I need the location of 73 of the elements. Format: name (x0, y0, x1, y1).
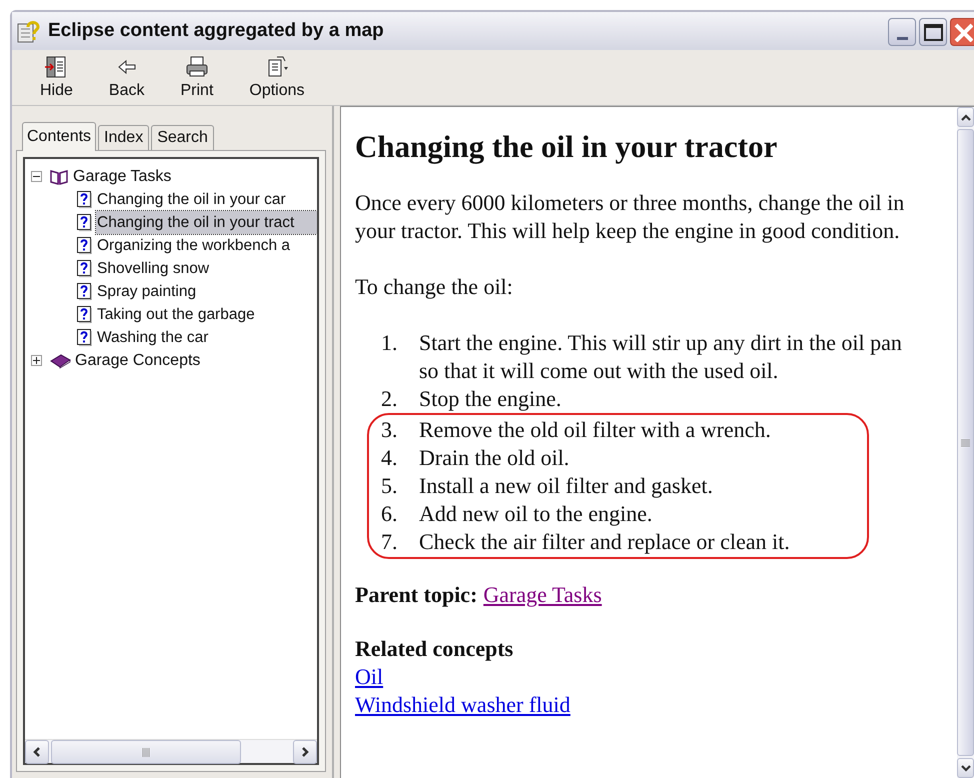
help-topic-icon (77, 329, 92, 346)
step-text: Start the engine. This will stir up any dirt in the oil pan so that it will come out with the used oil. (419, 329, 903, 385)
expander-toggle[interactable] (31, 171, 42, 182)
maximize-button[interactable] (919, 18, 947, 46)
help-window-icon (16, 18, 42, 44)
help-topic-icon (77, 214, 92, 231)
chevron-right-icon (301, 747, 309, 757)
expander-toggle[interactable] (31, 355, 42, 366)
step-text: Add new oil to the engine. (419, 500, 652, 528)
body-paragraph: To change the oil: (355, 273, 513, 301)
tree-item[interactable]: Taking out the garbage (96, 302, 256, 326)
step-number: 5. (381, 472, 398, 500)
plus-icon (33, 357, 40, 364)
help-topic-icon (77, 283, 92, 300)
chevron-down-icon (960, 764, 970, 772)
close-icon (953, 22, 973, 42)
body-paragraph: Once every 6000 kilometers or three months, change the oil in your tractor. This will help keep the engine in good condition. (355, 189, 906, 245)
tree-item[interactable]: Garage Concepts (75, 348, 200, 372)
window-title: Eclipse content aggregated by a map (48, 18, 384, 43)
grip-icon (961, 438, 970, 446)
parent-topic-link[interactable]: Garage Tasks (483, 581, 602, 609)
step-number: 1. (381, 329, 398, 357)
step-number: 4. (381, 444, 398, 472)
toolbar-button[interactable]: Back (98, 50, 154, 105)
tree-item[interactable]: Changing the oil in your tract (96, 210, 317, 234)
tab[interactable]: Index (98, 125, 150, 150)
chevron-left-icon (33, 747, 41, 757)
tree-item[interactable]: Changing the oil in your car (96, 188, 287, 212)
tree-item[interactable]: Shovelling snow (96, 256, 210, 280)
tab[interactable]: Search (151, 125, 214, 150)
tree-item[interactable]: Washing the car (96, 326, 210, 350)
scroll-thumb[interactable] (51, 740, 241, 764)
toolbar-button[interactable]: Hide (30, 50, 83, 105)
close-button[interactable] (950, 18, 974, 46)
scroll-left-button[interactable] (25, 740, 49, 764)
scroll-right-button[interactable] (293, 740, 317, 764)
scroll-up-button[interactable] (957, 107, 974, 127)
help-topic-icon (77, 306, 92, 323)
grip-icon (142, 748, 150, 756)
toolbar-button[interactable]: Print (170, 50, 224, 105)
tab[interactable]: Contents (22, 122, 96, 151)
chevron-up-icon (960, 114, 970, 120)
related-link[interactable]: Oil (355, 663, 384, 691)
printer-icon (184, 54, 209, 78)
tree-item[interactable]: Spray painting (96, 280, 198, 304)
step-text: Stop the engine. (419, 385, 562, 413)
step-number: 2. (381, 385, 398, 413)
tree-item[interactable]: Garage Tasks (73, 164, 172, 188)
step-text: Install a new oil filter and gasket. (419, 472, 713, 500)
step-text: Remove the old oil filter with a wrench. (419, 416, 771, 444)
related-heading: Related concepts (355, 635, 514, 663)
open-book-icon (49, 168, 69, 184)
help-topic-icon (77, 191, 92, 208)
maximize-icon (924, 24, 942, 40)
help-topic-icon (77, 260, 92, 277)
step-number: 7. (381, 528, 398, 556)
tree-item[interactable]: Organizing the workbench a (96, 234, 292, 258)
hide-pane-icon (44, 54, 68, 78)
toolbar-button[interactable]: Options (239, 50, 315, 105)
parent-topic-label: Parent topic: (355, 581, 478, 609)
topic-heading: Changing the oil in your tractor (355, 129, 778, 165)
minus-icon (33, 173, 40, 180)
minimize-button[interactable] (888, 18, 916, 46)
related-link[interactable]: Windshield washer fluid (355, 691, 570, 719)
help-topic-icon (77, 237, 92, 254)
minimize-icon (896, 37, 908, 40)
step-number: 6. (381, 500, 398, 528)
step-number: 3. (381, 416, 398, 444)
book-icon (49, 352, 71, 368)
horizontal-scrollbar[interactable] (25, 739, 317, 763)
step-text: Drain the old oil. (419, 444, 570, 472)
step-text: Check the air filter and replace or clean it. (419, 528, 790, 556)
scroll-down-button[interactable] (957, 758, 974, 778)
